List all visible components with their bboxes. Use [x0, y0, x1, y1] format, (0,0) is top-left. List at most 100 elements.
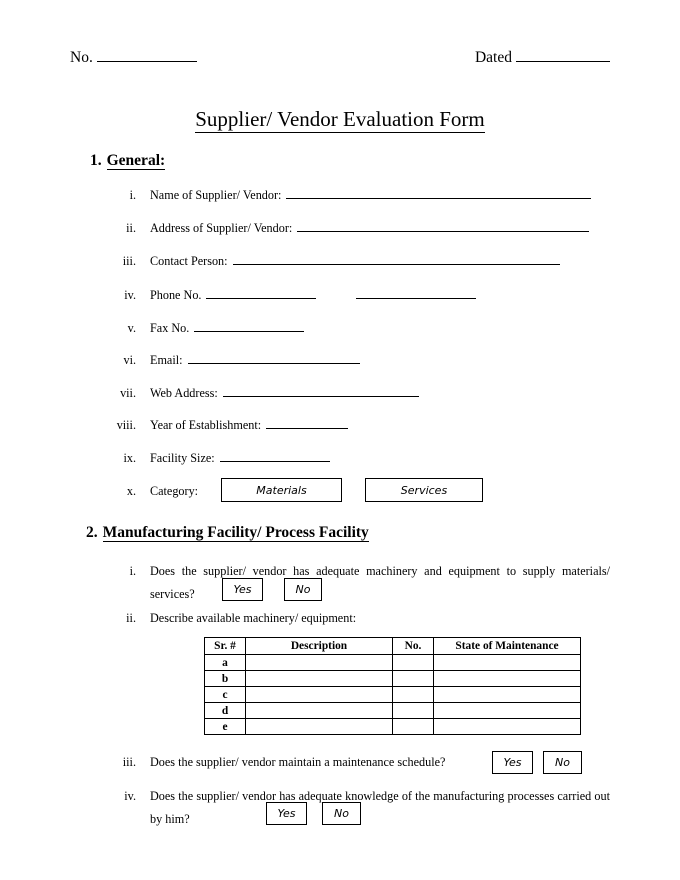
answer-yes-machinery-adequate[interactable]: Yes [222, 578, 263, 601]
category-option-label: Services [400, 483, 448, 497]
item-numeral: vii. [120, 386, 136, 400]
field-blank[interactable] [286, 188, 592, 199]
row-state[interactable] [433, 702, 581, 719]
field-name-of-supplier[interactable]: i. Name of Supplier/ Vendor: [104, 188, 592, 203]
answer-label: No [334, 807, 349, 820]
row-description[interactable] [245, 718, 393, 735]
column-header-sr: Sr. # [204, 637, 246, 655]
category-option-label: Materials [256, 483, 307, 497]
row-no[interactable] [392, 718, 434, 735]
field-label: Email: [150, 353, 183, 367]
table-header-row: Sr. # Description No. State of Maintenan… [204, 637, 581, 655]
row-sr: a [204, 654, 246, 671]
question-maintenance-schedule: iii. Does the supplier/ vendor maintain … [104, 755, 446, 770]
table-row: a [204, 654, 581, 671]
category-option-materials[interactable]: Materials [221, 478, 342, 502]
field-blank[interactable] [222, 386, 419, 397]
answer-no-maintenance-schedule[interactable]: No [543, 751, 582, 774]
column-header-description: Description [245, 637, 393, 655]
row-state[interactable] [433, 670, 581, 687]
field-blank[interactable] [266, 418, 349, 429]
field-address-of-supplier[interactable]: ii. Address of Supplier/ Vendor: [104, 221, 590, 236]
item-numeral: i. [129, 188, 136, 202]
question-text: Does the supplier/ vendor has adequate k… [150, 789, 610, 826]
item-numeral: ii. [126, 221, 136, 235]
field-label: Address of Supplier/ Vendor: [150, 221, 293, 235]
form-date-blank[interactable] [516, 48, 610, 62]
answer-label: No [555, 756, 570, 769]
column-header-no: No. [392, 637, 434, 655]
answer-no-process-knowledge[interactable]: No [322, 802, 361, 825]
field-blank[interactable] [232, 254, 560, 265]
field-contact-person[interactable]: iii. Contact Person: [104, 254, 560, 269]
table-row: b [204, 670, 581, 687]
answer-label: Yes [233, 583, 252, 596]
field-blank[interactable] [297, 221, 590, 232]
field-blank-secondary[interactable] [356, 288, 477, 299]
row-state[interactable] [433, 654, 581, 671]
form-date-field[interactable]: Dated [475, 48, 610, 67]
field-blank-primary[interactable] [206, 288, 317, 299]
row-sr: d [204, 702, 246, 719]
row-sr: c [204, 686, 246, 703]
column-header-state-of-maintenance: State of Maintenance [433, 637, 581, 655]
field-email[interactable]: vi. Email: [104, 353, 360, 368]
answer-no-machinery-adequate[interactable]: No [284, 578, 322, 601]
answer-yes-process-knowledge[interactable]: Yes [266, 802, 307, 825]
row-no[interactable] [392, 702, 434, 719]
category-option-services[interactable]: Services [365, 478, 483, 502]
field-fax-no[interactable]: v. Fax No. [104, 321, 305, 336]
field-blank[interactable] [194, 321, 305, 332]
row-no[interactable] [392, 670, 434, 687]
form-number-blank[interactable] [96, 48, 197, 62]
field-label: Year of Establishment: [150, 418, 262, 432]
form-number-label: No. [70, 48, 93, 66]
field-label: Web Address: [150, 386, 218, 400]
question-text: Describe available machinery/ equipment: [150, 611, 357, 625]
item-numeral: vi. [123, 353, 136, 367]
item-numeral: i. [129, 564, 136, 578]
field-phone-no[interactable]: iv. Phone No. [104, 288, 477, 303]
document-header: No. Dated [70, 48, 610, 67]
row-sr: e [204, 718, 246, 735]
answer-label: No [295, 583, 311, 596]
field-label: Facility Size: [150, 451, 215, 465]
item-numeral: iv. [124, 288, 136, 302]
row-state[interactable] [433, 718, 581, 735]
field-blank[interactable] [187, 353, 360, 364]
document-page: No. Dated Supplier/ Vendor Evaluation Fo… [0, 0, 680, 880]
field-label: Contact Person: [150, 254, 228, 268]
answer-label: Yes [503, 756, 522, 769]
row-description[interactable] [245, 702, 393, 719]
item-numeral: ix. [123, 451, 136, 465]
field-facility-size[interactable]: ix. Facility Size: [104, 451, 330, 466]
section-1-number: 1. [90, 152, 102, 169]
row-description[interactable] [245, 686, 393, 703]
row-no[interactable] [392, 654, 434, 671]
table-row: e [204, 718, 581, 735]
form-number-field[interactable]: No. [70, 48, 197, 67]
field-year-of-establishment[interactable]: viii. Year of Establishment: [104, 418, 349, 433]
row-description[interactable] [245, 670, 393, 687]
section-1-title: General: [106, 152, 166, 170]
equipment-table: Sr. # Description No. State of Maintenan… [204, 637, 581, 735]
item-numeral: viii. [116, 418, 136, 432]
row-description[interactable] [245, 654, 393, 671]
page-title: Supplier/ Vendor Evaluation Form [0, 107, 680, 133]
section-2-number: 2. [86, 524, 98, 541]
section-1-heading: 1. General: [90, 152, 166, 170]
row-state[interactable] [433, 686, 581, 703]
answer-label: Yes [277, 807, 296, 820]
answer-yes-maintenance-schedule[interactable]: Yes [492, 751, 533, 774]
section-2-heading: 2. Manufacturing Facility/ Process Facili… [86, 524, 369, 542]
field-label: Category: [150, 484, 199, 498]
field-category: x. Category: [104, 484, 203, 499]
row-no[interactable] [392, 686, 434, 703]
field-web-address[interactable]: vii. Web Address: [104, 386, 419, 401]
field-label: Phone No. [150, 288, 202, 302]
question-machinery-adequate: i. Does the supplier/ vendor has adequat… [104, 560, 610, 605]
section-2-title: Manufacturing Facility/ Process Facility [102, 524, 369, 542]
item-numeral: iii. [122, 254, 136, 268]
field-blank[interactable] [219, 451, 330, 462]
form-date-label: Dated [474, 48, 512, 66]
